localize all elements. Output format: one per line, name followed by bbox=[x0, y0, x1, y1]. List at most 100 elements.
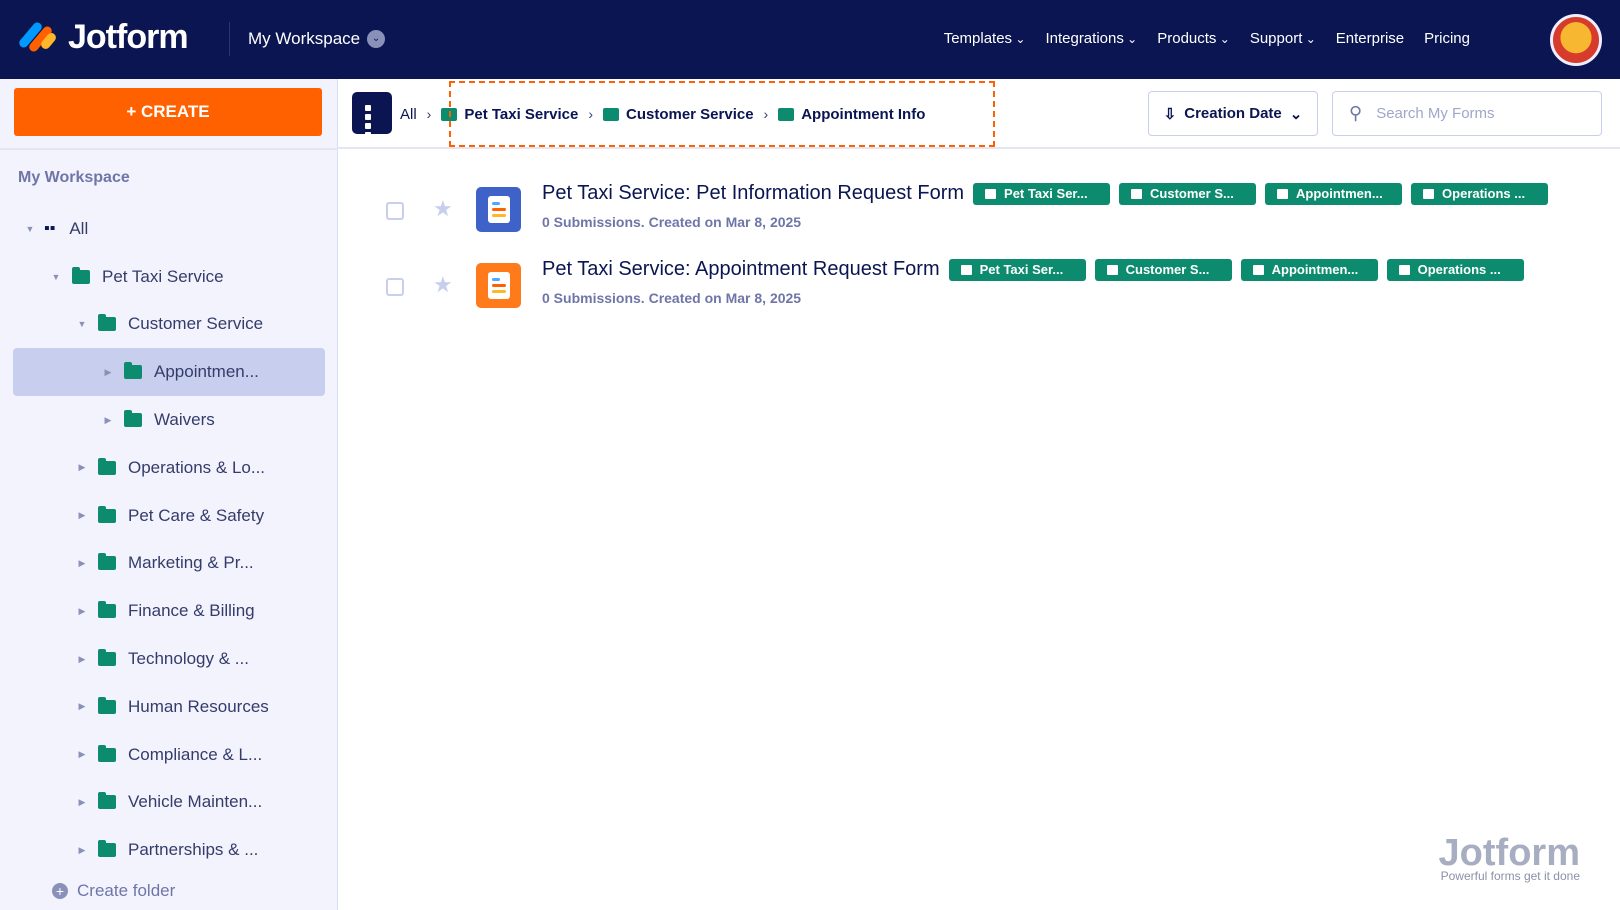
sidebar-item[interactable]: ▼ Pet Taxi Service bbox=[0, 253, 338, 301]
sidebar-item[interactable]: ▶ Appointmen... bbox=[13, 348, 325, 397]
folder-icon bbox=[98, 792, 116, 810]
caret-right-icon[interactable]: ▶ bbox=[76, 606, 88, 617]
sidebar-item-label: Operations & Lo... bbox=[128, 457, 266, 477]
folder-tag[interactable]: Appointmen... bbox=[1240, 258, 1378, 281]
sidebar-item-label: Customer Service bbox=[128, 314, 264, 334]
caret-down-icon[interactable]: ▼ bbox=[76, 319, 88, 329]
select-checkbox[interactable] bbox=[386, 202, 404, 220]
folder-icon bbox=[124, 410, 142, 428]
folder-tag[interactable]: Pet Taxi Ser... bbox=[948, 258, 1086, 281]
caret-right-icon[interactable]: ▶ bbox=[76, 701, 88, 712]
sidebar-item[interactable]: ▶ Vehicle Mainten... bbox=[0, 779, 338, 827]
sidebar-item-label: Partnerships & ... bbox=[128, 840, 259, 860]
folder-icon bbox=[98, 314, 116, 332]
folder-tag[interactable]: Customer S... bbox=[1094, 258, 1232, 281]
sidebar-item-label: Technology & ... bbox=[128, 649, 249, 669]
sidebar-item[interactable]: ▶ Marketing & Pr... bbox=[0, 540, 338, 588]
nav-products[interactable]: Products bbox=[1157, 30, 1230, 47]
folder-tag[interactable]: Operations ... bbox=[1411, 182, 1549, 205]
sidebar-item-label: Pet Taxi Service bbox=[102, 266, 224, 286]
caret-right-icon[interactable]: ▶ bbox=[76, 845, 88, 856]
form-row[interactable]: ★ Pet Taxi Service: Appointment Request … bbox=[338, 258, 1620, 328]
create-folder-label: Create folder bbox=[77, 881, 176, 900]
sidebar-item[interactable]: ▶ Finance & Billing bbox=[0, 587, 338, 635]
sidebar-item-label: Marketing & Pr... bbox=[128, 553, 254, 573]
nav-support[interactable]: Support bbox=[1250, 30, 1316, 47]
folder-tree: ▼ ▪▪ All ▼ Pet Taxi Service ▼ Customer Service… bbox=[0, 205, 338, 874]
create-folder-button[interactable]: + Create folder bbox=[52, 881, 175, 901]
caret-right-icon[interactable]: ▶ bbox=[76, 749, 88, 760]
nav-integrations[interactable]: Integrations bbox=[1045, 30, 1137, 47]
sidebar-item-label: Pet Care & Safety bbox=[128, 505, 265, 525]
sidebar-item[interactable]: ▶ Pet Care & Safety bbox=[0, 492, 338, 540]
folder-icon bbox=[98, 649, 116, 667]
sidebar-item-label: Human Resources bbox=[128, 696, 269, 716]
form-icon bbox=[476, 187, 521, 232]
toolbar: All › Pet Taxi Service › Customer Servic… bbox=[338, 79, 1620, 149]
form-title[interactable]: Pet Taxi Service: Appointment Request Fo… bbox=[542, 258, 940, 281]
folder-icon bbox=[124, 362, 142, 380]
grid-icon: ▪▪ bbox=[44, 219, 56, 237]
form-icon bbox=[476, 263, 521, 308]
workspace-label: My Workspace bbox=[248, 29, 361, 48]
top-nav-bar: Jotform My Workspace ⌄ Templates Integrat… bbox=[0, 0, 1620, 79]
folder-icon bbox=[98, 601, 116, 619]
caret-down-icon[interactable]: ▼ bbox=[50, 272, 62, 282]
folder-tag[interactable]: Operations ... bbox=[1386, 258, 1524, 281]
workspace-switcher[interactable]: My Workspace ⌄ bbox=[248, 29, 386, 49]
sort-label: Creation Date bbox=[1184, 105, 1282, 122]
caret-right-icon[interactable]: ▶ bbox=[102, 367, 114, 378]
nav-templates[interactable]: Templates bbox=[944, 30, 1026, 47]
caret-right-icon[interactable]: ▶ bbox=[102, 415, 114, 426]
sidebar-item[interactable]: ▼ ▪▪ All bbox=[0, 205, 338, 253]
sort-dropdown[interactable]: ⇩ Creation Date ⌄ bbox=[1148, 91, 1318, 136]
form-meta: 0 Submissions. Created on Mar 8, 2025 bbox=[542, 290, 802, 306]
sidebar-item-label: Finance & Billing bbox=[128, 601, 255, 621]
folder-icon bbox=[98, 696, 116, 714]
create-button[interactable]: + CREATE bbox=[14, 88, 322, 136]
star-icon[interactable]: ★ bbox=[433, 196, 453, 222]
sidebar-item-label: Appointmen... bbox=[154, 362, 259, 382]
chevron-down-icon: ⌄ bbox=[367, 30, 386, 48]
sidebar-item[interactable]: ▶ Compliance & L... bbox=[0, 731, 338, 779]
form-title[interactable]: Pet Taxi Service: Pet Information Reques… bbox=[542, 182, 964, 205]
brand-name: Jotform bbox=[68, 18, 189, 56]
caret-right-icon[interactable]: ▶ bbox=[76, 462, 88, 473]
jotform-logo-icon bbox=[17, 20, 58, 56]
sort-icon: ⇩ bbox=[1163, 105, 1177, 123]
sidebar-item-label: Compliance & L... bbox=[128, 744, 263, 764]
sidebar-item[interactable]: ▶ Operations & Lo... bbox=[0, 444, 338, 492]
nav-pricing[interactable]: Pricing bbox=[1424, 30, 1470, 47]
caret-right-icon[interactable]: ▶ bbox=[76, 510, 88, 521]
folder-icon bbox=[98, 553, 116, 571]
search-input[interactable] bbox=[1376, 105, 1577, 122]
sidebar-item-label: Vehicle Mainten... bbox=[128, 792, 263, 812]
breadcrumb-all[interactable]: All bbox=[400, 106, 417, 123]
sidebar-item[interactable]: ▶ Partnerships & ... bbox=[0, 826, 338, 874]
sidebar-item[interactable]: ▼ Customer Service bbox=[0, 301, 338, 349]
folder-icon bbox=[98, 840, 116, 858]
folder-tag[interactable]: Appointmen... bbox=[1265, 182, 1403, 205]
folder-tag[interactable]: Customer S... bbox=[1119, 182, 1257, 205]
caret-right-icon[interactable]: ▶ bbox=[76, 797, 88, 808]
all-forms-grid-icon[interactable] bbox=[352, 92, 392, 138]
sidebar-title: My Workspace bbox=[18, 169, 130, 186]
star-icon[interactable]: ★ bbox=[433, 272, 453, 298]
folder-tag[interactable]: Pet Taxi Ser... bbox=[973, 182, 1111, 205]
caret-right-icon[interactable]: ▶ bbox=[76, 654, 88, 665]
caret-right-icon[interactable]: ▶ bbox=[76, 558, 88, 569]
caret-down-icon[interactable]: ▼ bbox=[24, 224, 36, 234]
jotform-logo[interactable]: Jotform bbox=[17, 18, 189, 57]
divider bbox=[0, 148, 338, 150]
chevron-down-icon: ⌄ bbox=[1289, 105, 1303, 123]
sidebar-item-label: All bbox=[69, 218, 89, 238]
search-icon: ⚲ bbox=[1349, 103, 1363, 123]
sidebar-item[interactable]: ▶ Technology & ... bbox=[0, 635, 338, 683]
search-box: ⚲ bbox=[1332, 91, 1602, 136]
form-row[interactable]: ★ Pet Taxi Service: Pet Information Requ… bbox=[338, 182, 1620, 252]
nav-enterprise[interactable]: Enterprise bbox=[1336, 30, 1404, 47]
sidebar-item[interactable]: ▶ Human Resources bbox=[0, 683, 338, 731]
avatar[interactable] bbox=[1550, 14, 1602, 66]
select-checkbox[interactable] bbox=[386, 278, 404, 296]
sidebar-item[interactable]: ▶ Waivers bbox=[0, 396, 338, 444]
